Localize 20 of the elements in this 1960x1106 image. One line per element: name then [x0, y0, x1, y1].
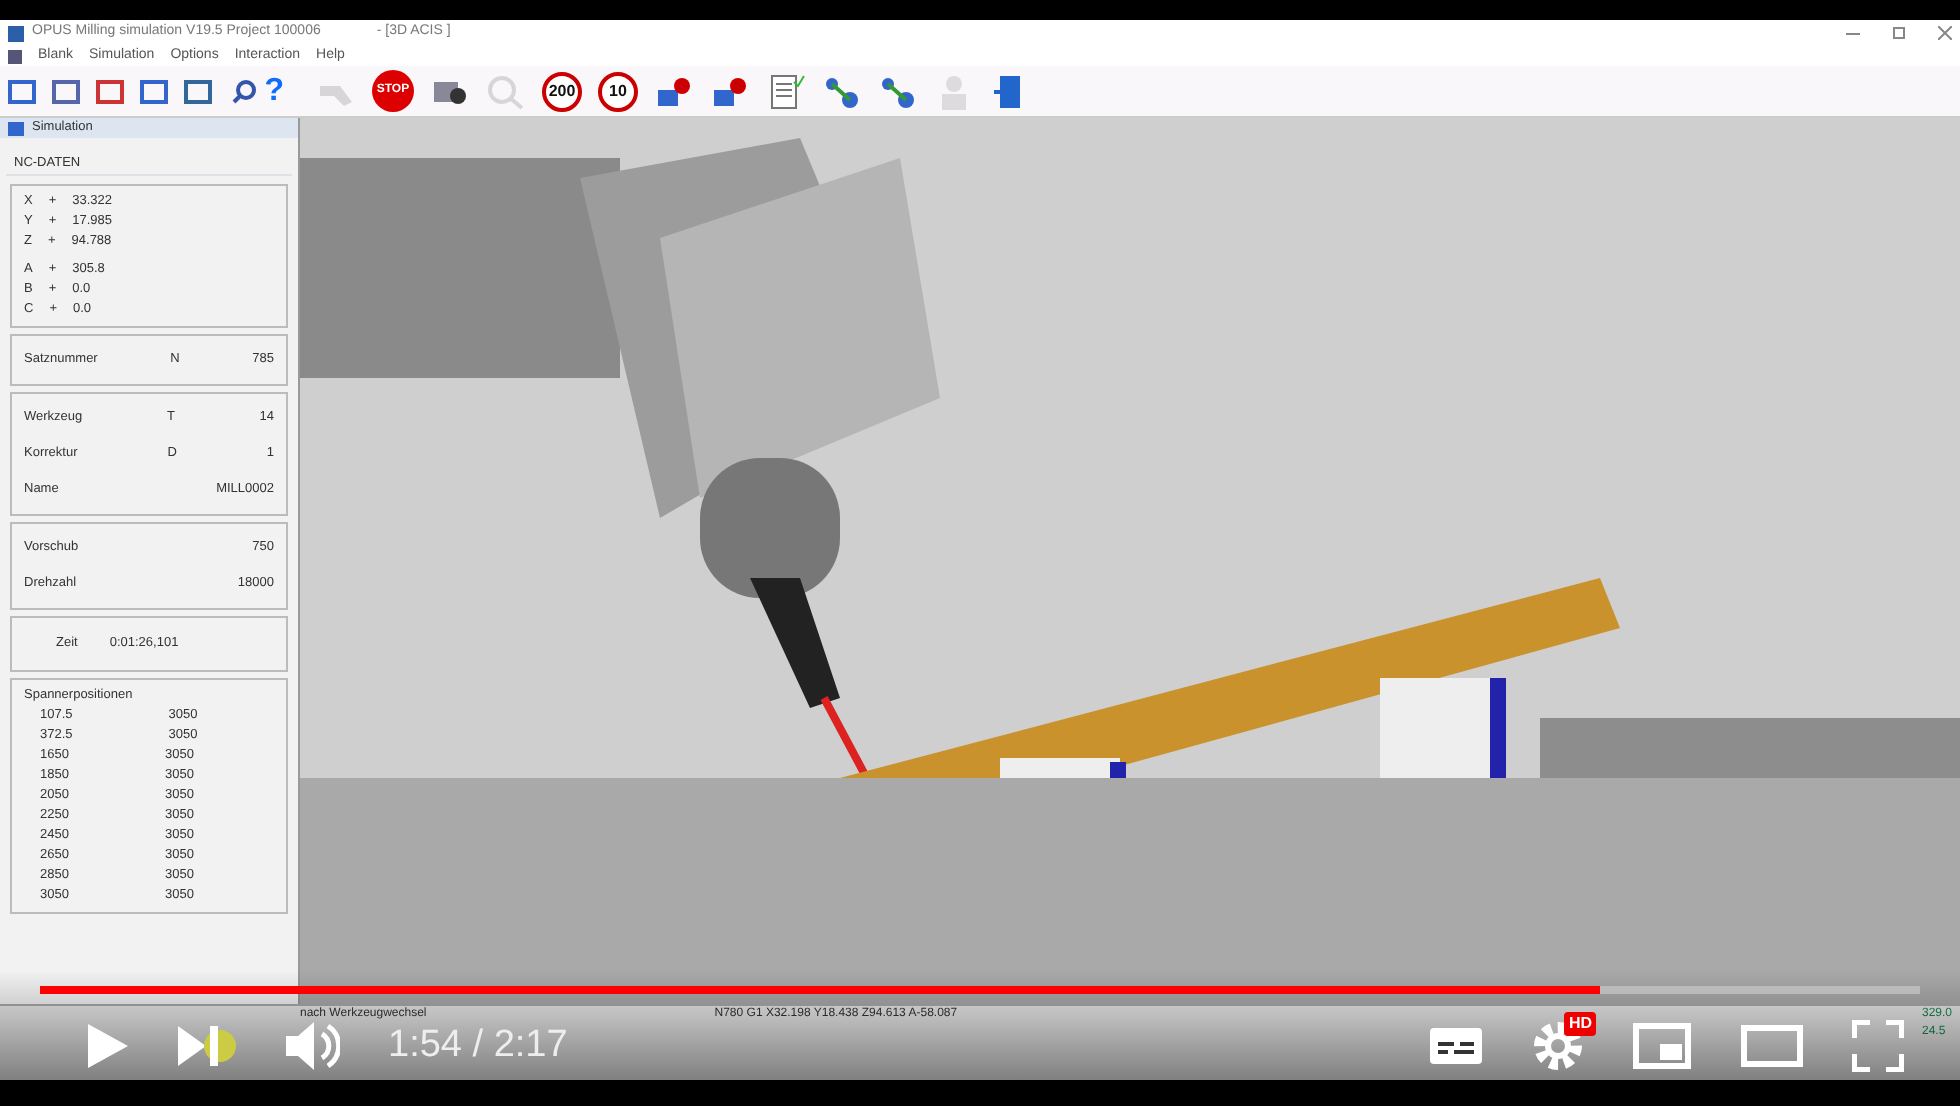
- theater-mode-icon[interactable]: [1740, 1023, 1804, 1068]
- close-icon[interactable]: [1938, 26, 1952, 40]
- document-icon: [8, 49, 22, 63]
- miniplayer-icon[interactable]: [1632, 1021, 1692, 1070]
- playback-time: 1:54 / 2:17: [388, 1021, 568, 1069]
- window-icon[interactable]: [140, 77, 168, 105]
- app-logo-icon: [8, 25, 24, 41]
- next-icon[interactable]: [176, 1023, 236, 1068]
- simulation-icon: [8, 121, 24, 135]
- speed-button[interactable]: 10: [598, 71, 638, 111]
- subtitles-icon[interactable]: [1428, 1025, 1484, 1066]
- speed-button[interactable]: 200: [542, 71, 582, 111]
- quality-badge: HD: [1564, 1011, 1596, 1036]
- play-icon[interactable]: [84, 1021, 128, 1070]
- help-button[interactable]: ?: [264, 67, 284, 115]
- fullscreen-icon[interactable]: [1852, 1019, 1904, 1072]
- search-icon[interactable]: [232, 79, 257, 103]
- volume-icon[interactable]: [284, 1019, 340, 1072]
- restore-icon[interactable]: [1892, 26, 1906, 40]
- report-icon[interactable]: [766, 73, 806, 109]
